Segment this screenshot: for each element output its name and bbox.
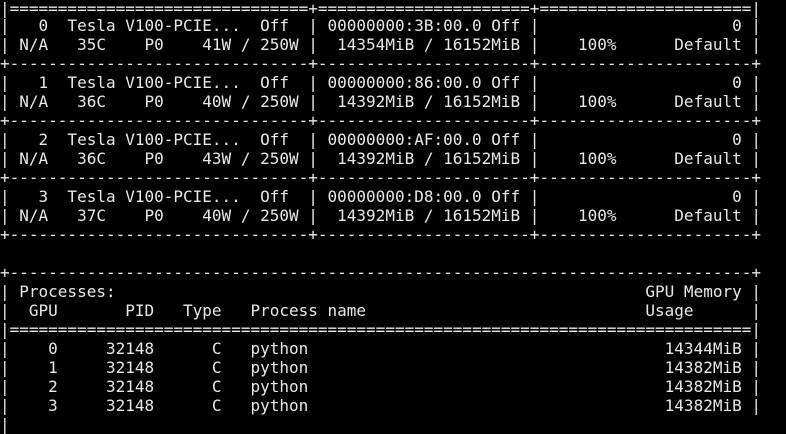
gpu-0-row-1: | 0 Tesla V100-PCIE... Off | 00000000:3B…	[0, 16, 761, 35]
gpu-separator: +-------------------------------+-------…	[0, 111, 761, 130]
process-table-column-headers: | GPU PID Type Process name Usage |	[0, 301, 761, 320]
terminal-window[interactable]: |===============================+=======…	[0, 0, 786, 434]
gpu-separator: +-------------------------------+-------…	[0, 54, 761, 73]
gpu-3-row-1: | 3 Tesla V100-PCIE... Off | 00000000:D8…	[0, 187, 761, 206]
process-table-title: | Processes: GPU Memory |	[0, 282, 761, 301]
gpu-table-bottom-border: +-------------------------------+-------…	[0, 225, 761, 244]
gpu-2-row-1: | 2 Tesla V100-PCIE... Off | 00000000:AF…	[0, 130, 761, 149]
process-row-gpu-3: | 3 32148 C python 14382MiB |	[0, 396, 761, 415]
gpu-1-row-1: | 1 Tesla V100-PCIE... Off | 00000000:86…	[0, 73, 761, 92]
process-table-continuation: |	[0, 415, 761, 434]
gpu-2-row-2: | N/A 36C P0 43W / 250W | 14392MiB / 161…	[0, 149, 761, 168]
process-row-gpu-2: | 2 32148 C python 14382MiB |	[0, 377, 761, 396]
gpu-3-row-2: | N/A 37C P0 40W / 250W | 14392MiB / 161…	[0, 206, 761, 225]
process-table-header-separator: |=======================================…	[0, 320, 761, 339]
gpu-0-row-2: | N/A 35C P0 41W / 250W | 14354MiB / 161…	[0, 35, 761, 54]
gpu-separator: +-------------------------------+-------…	[0, 168, 761, 187]
gpu-1-row-2: | N/A 36C P0 40W / 250W | 14392MiB / 161…	[0, 92, 761, 111]
process-table-top-border: +---------------------------------------…	[0, 263, 761, 282]
process-row-gpu-0: | 0 32148 C python 14344MiB |	[0, 339, 761, 358]
process-row-gpu-1: | 1 32148 C python 14382MiB |	[0, 358, 761, 377]
